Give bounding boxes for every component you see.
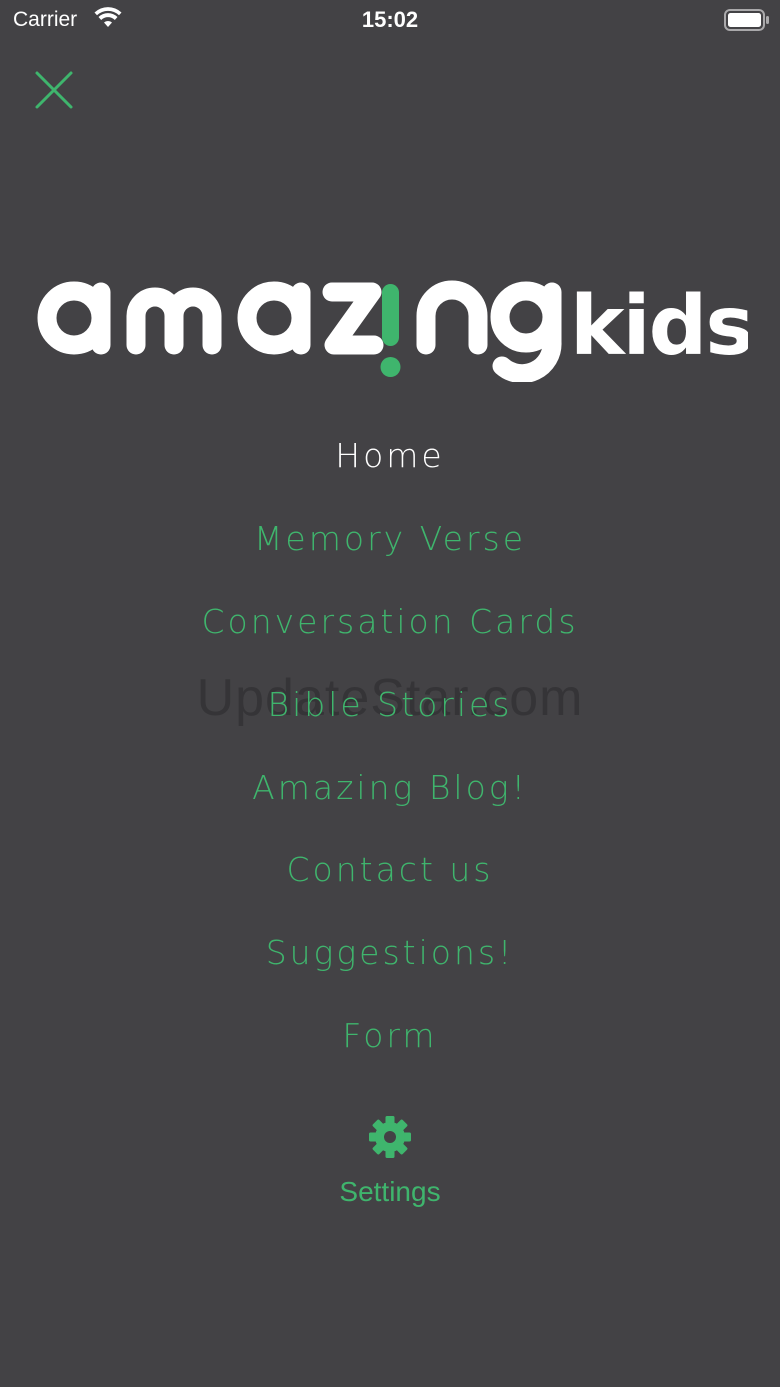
menu-item-amazing-blog[interactable]: Amazing Blog! (0, 768, 780, 807)
close-icon (35, 71, 73, 109)
amazing-kids-logo: kids (36, 270, 748, 382)
gear-icon (369, 1116, 411, 1158)
menu-item-form[interactable]: Form (0, 1016, 780, 1055)
menu-item-suggestions[interactable]: Suggestions! (0, 933, 780, 972)
close-button[interactable] (30, 66, 78, 114)
status-time: 15:02 (361, 7, 419, 32)
settings-label: Settings (339, 1176, 441, 1207)
menu-item-memory-verse[interactable]: Memory Verse (0, 519, 780, 558)
menu-item-bible-stories[interactable]: Bible Stories (0, 685, 780, 724)
menu-item-conversation-cards[interactable]: Conversation Cards (0, 602, 780, 641)
menu-item-home[interactable]: Home (0, 436, 780, 475)
status-bar: Carrier 15:02 (0, 0, 780, 40)
logo-kids-text: kids (570, 279, 748, 374)
menu-item-contact-us[interactable]: Contact us (0, 850, 780, 889)
battery-icon (724, 9, 769, 31)
settings-button[interactable]: Settings (290, 1114, 490, 1224)
navigation-drawer: Carrier 15:02 kids UpdateStar.com Home M… (0, 0, 780, 1387)
